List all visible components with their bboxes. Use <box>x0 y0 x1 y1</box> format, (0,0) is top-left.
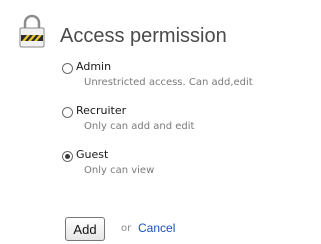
option-label-guest[interactable]: Guest <box>76 148 108 161</box>
cancel-link[interactable]: Cancel <box>138 221 175 235</box>
radio-recruiter[interactable] <box>62 107 73 118</box>
page-title: Access permission <box>60 25 227 47</box>
padlock-icon <box>19 14 45 48</box>
permission-options: Admin Unrestricted access. Can add,edit … <box>62 60 321 192</box>
option-description-recruiter: Only can add and edit <box>84 121 195 132</box>
or-separator: or <box>121 223 132 234</box>
add-button[interactable]: Add <box>65 217 105 241</box>
option-admin[interactable]: Admin Unrestricted access. Can add,edit <box>62 60 321 104</box>
option-description-guest: Only can view <box>84 165 155 176</box>
option-label-recruiter[interactable]: Recruiter <box>76 104 126 117</box>
option-recruiter[interactable]: Recruiter Only can add and edit <box>62 104 321 148</box>
option-label-admin[interactable]: Admin <box>76 60 111 73</box>
radio-guest[interactable] <box>62 151 73 162</box>
radio-admin[interactable] <box>62 63 73 74</box>
option-guest[interactable]: Guest Only can view <box>62 148 321 192</box>
option-description-admin: Unrestricted access. Can add,edit <box>84 77 253 88</box>
